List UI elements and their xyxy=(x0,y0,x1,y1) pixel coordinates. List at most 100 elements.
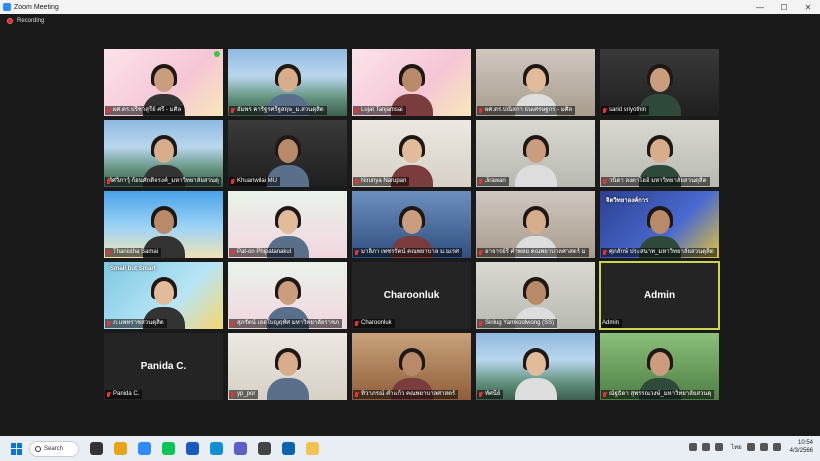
clock[interactable]: 10:54 4/3/2566 xyxy=(790,439,813,455)
participant-name: Sirilug Yamkoolwong (SS) xyxy=(485,320,555,326)
participant-name: Admin xyxy=(602,320,620,326)
mic-muted-icon xyxy=(106,249,111,256)
recording-label: Recording xyxy=(17,18,45,24)
mic-muted-icon xyxy=(602,178,607,185)
participant-name: Panida C. xyxy=(113,391,140,397)
participant-name-label: ผศ.ดร.ปณิสกา ธนเศรษฐกร - มศิล xyxy=(477,106,576,115)
participant-name-label: อาจารย์รี คำพลย คณพยาบาลศาสตร์ ม xyxy=(477,248,589,257)
file-explorer-icon[interactable] xyxy=(90,442,103,455)
participant-tile[interactable]: Panida C. Panida C. xyxy=(104,333,223,400)
volume-icon[interactable] xyxy=(759,443,768,451)
participant-tile[interactable]: Khuanwilai MU xyxy=(228,120,347,187)
mic-muted-icon xyxy=(354,107,359,114)
participant-tile[interactable]: มาลิภา เพชรรัตน์ คณพยาบาล ม.นเรศ xyxy=(352,191,471,258)
participant-tile[interactable]: Pat-on Phipatanakul xyxy=(228,191,347,258)
system-tray: ไทย 10:54 4/3/2566 xyxy=(684,439,813,455)
mic-icon[interactable] xyxy=(715,443,724,451)
edge-icon[interactable] xyxy=(210,442,223,455)
participant-name: Lujat Tanjamsai xyxy=(361,107,403,113)
participant-name: Charoonluk xyxy=(361,320,392,326)
participant-name: ทัศวิภาวุ์ ก้อนศักดิ์จรงค์_มหาวิทยาลัยสว… xyxy=(108,178,219,184)
line-icon[interactable] xyxy=(162,442,175,455)
close-button[interactable]: ✕ xyxy=(796,0,820,14)
participant-tile[interactable]: จิตวิทยาองค์การ ศุภลักษ์ ประสนาท_มหาวิทยา… xyxy=(600,191,719,258)
participant-name-label: sarid sriyothin xyxy=(601,106,650,115)
mic-muted-icon xyxy=(602,391,607,398)
participant-tile[interactable]: sarid sriyothin xyxy=(600,49,719,116)
participant-tile[interactable]: ทัศนีย์ xyxy=(476,333,595,400)
background-banner-text: Small but Smart xyxy=(110,266,156,272)
chevron-up-icon[interactable] xyxy=(689,443,698,451)
participant-name: ผศ.ดร.ปณิสกา ธนเศรษฐกร - มศิล xyxy=(485,107,573,113)
wifi-icon[interactable] xyxy=(746,443,755,451)
participant-person xyxy=(513,348,559,400)
participant-tile[interactable]: Admin Admin xyxy=(599,261,720,330)
participant-tile[interactable]: อาจารย์รี คำพลย คณพยาบาลศาสตร์ ม xyxy=(476,191,595,258)
participant-tile[interactable]: วนิดา ลงตาไฮอ์ มหาวิทยาลัยสวนดุสิต xyxy=(600,120,719,187)
participant-tile[interactable]: อัมพร คาริฐรศรีฐสฤษ_ม.สวนดุสิต xyxy=(228,49,347,116)
participant-name-label: yp_por xyxy=(229,390,259,399)
participant-name-label: ทัศนีย์ xyxy=(477,390,504,399)
participant-name-label: ผศ.ดร.ปรีชาสุรีย์ ศรี - มศิล xyxy=(105,106,185,115)
mic-muted-icon xyxy=(354,178,359,185)
zoom-app-icon xyxy=(3,3,11,11)
participant-name: ผศ.ดร.ปรีชาสุรีย์ ศรี - มศิล xyxy=(113,107,182,113)
participant-name-label: สุภรัตน์ เลอใบญฤทัศ มหาวิทยาลัยราชภ xyxy=(229,319,343,328)
title-bar: Zoom Meeting — ☐ ✕ xyxy=(0,0,820,14)
outlook-icon[interactable] xyxy=(282,442,295,455)
participant-tile[interactable]: Lujat Tanjamsai xyxy=(352,49,471,116)
participant-name-label: มาลิภา เพชรรัตน์ คณพยาบาล ม.นเรศ xyxy=(353,248,462,257)
participant-name-label: Lujat Tanjamsai xyxy=(353,106,406,115)
participant-name: sarid sriyothin xyxy=(609,107,647,113)
participant-name: ภ.แพทราชสวนดุสิต xyxy=(113,320,164,326)
taskbar: Search ไทย 10:54 4/3/2566 xyxy=(0,436,820,461)
participant-tile[interactable]: ผศ.ดร.ปรีชาสุรีย์ ศรี - มศิล xyxy=(104,49,223,116)
participant-tile[interactable]: yp_por xyxy=(228,333,347,400)
language-indicator[interactable]: ไทย xyxy=(731,442,742,452)
participant-name-label: วนิดา ลงตาไฮอ์ มหาวิทยาลัยสวนดุสิต xyxy=(601,177,710,186)
participant-tile[interactable]: ผศ.ดร.ปณิสกา ธนเศรษฐกร - มศิล xyxy=(476,49,595,116)
minimize-button[interactable]: — xyxy=(748,0,772,14)
windows-start-icon[interactable] xyxy=(11,442,23,455)
teams-icon[interactable] xyxy=(234,442,247,455)
participant-name-label: Khuanwilai MU xyxy=(229,177,281,186)
participant-tile[interactable]: สุภรัตน์ เลอใบญฤทัศ มหาวิทยาลัยราชภ xyxy=(228,262,347,329)
cloud-icon[interactable] xyxy=(702,443,711,451)
participant-tile[interactable]: Thanistha Samai xyxy=(104,191,223,258)
participant-person xyxy=(265,348,311,400)
word-icon[interactable] xyxy=(186,442,199,455)
store-icon[interactable] xyxy=(258,442,271,455)
participant-tile[interactable]: Jirawan xyxy=(476,120,595,187)
participant-tile[interactable]: Nirunya Narupan xyxy=(352,120,471,187)
recording-indicator[interactable]: Recording xyxy=(7,18,44,24)
maximize-button[interactable]: ☐ xyxy=(772,0,796,14)
zoom-icon[interactable] xyxy=(138,442,151,455)
participant-name: yp_por xyxy=(237,391,256,397)
mic-muted-icon xyxy=(230,391,235,398)
chrome-icon[interactable] xyxy=(114,442,127,455)
participant-name-label: ภ.แพทราชสวนดุสิต xyxy=(105,319,167,328)
participant-name: Khuanwilai MU xyxy=(237,178,278,184)
participant-tile[interactable]: Small but Smart ภ.แพทราชสวนดุสิต xyxy=(104,262,223,329)
participant-tile[interactable]: Charoonluk Charoonluk xyxy=(352,262,471,329)
participant-name: Jirawan xyxy=(485,178,506,184)
participant-tile[interactable]: Sirilug Yamkoolwong (SS) xyxy=(476,262,595,329)
battery-icon[interactable] xyxy=(772,443,781,451)
taskbar-apps xyxy=(79,442,319,455)
folder-icon[interactable] xyxy=(306,442,319,455)
mic-muted-icon xyxy=(478,249,483,256)
participant-tile[interactable]: ณัฐธิดา สุพรรณวงษ์_มหาวิทยาลัยสวนดุ xyxy=(600,333,719,400)
mic-muted-icon xyxy=(230,249,235,256)
mic-muted-icon xyxy=(354,320,359,327)
participant-name-label: Admin xyxy=(601,319,623,328)
taskbar-search[interactable]: Search xyxy=(29,440,79,457)
participant-name-label: ทัศวิภาวุ์ ก้อนศักดิ์จรงค์_มหาวิทยาลัยสว… xyxy=(105,177,221,186)
recording-dot-icon xyxy=(7,18,13,24)
clock-time: 10:54 xyxy=(797,440,813,446)
participant-tile[interactable]: ทัศวิภาวุ์ ก้อนศักดิ์จรงค์_มหาวิทยาลัยสว… xyxy=(104,120,223,187)
participant-name-label: ทิวาภรณ์ คำแก้ว คณพยาบาลศาสตร์ xyxy=(353,390,459,399)
participant-person xyxy=(513,135,559,187)
mic-muted-icon xyxy=(602,107,607,114)
participant-tile[interactable]: ทิวาภรณ์ คำแก้ว คณพยาบาลศาสตร์ xyxy=(352,333,471,400)
mic-muted-icon xyxy=(230,107,235,114)
